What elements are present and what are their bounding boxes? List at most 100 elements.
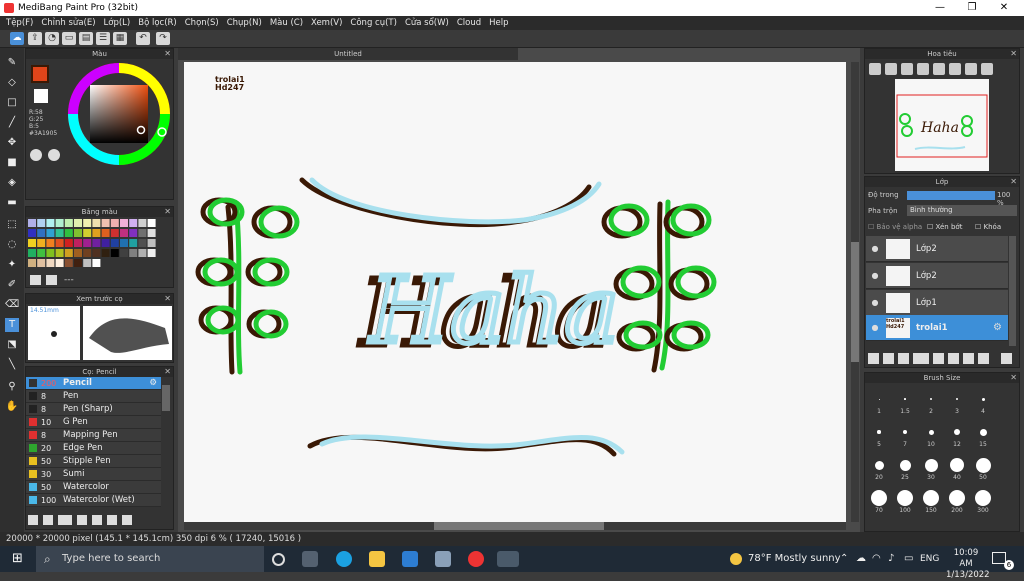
palette-swatch[interactable] <box>74 249 82 257</box>
palette-swatch[interactable] <box>138 239 147 247</box>
speech-bubble-icon[interactable]: ◔ <box>45 32 59 45</box>
palette-swatch[interactable] <box>37 219 46 227</box>
brush-size-option[interactable]: 150 <box>920 489 942 514</box>
export-icon[interactable]: ⇪ <box>28 32 42 45</box>
close-panel-icon[interactable]: ✕ <box>1010 49 1017 59</box>
menu-snap[interactable]: Chụp(N) <box>227 18 262 28</box>
new-1bit-layer-icon[interactable] <box>898 352 909 364</box>
camera-icon[interactable] <box>435 551 451 567</box>
gear-icon[interactable]: ⚙ <box>993 322 1002 333</box>
color-wheel[interactable] <box>66 61 172 167</box>
brush-size-option[interactable]: 30 <box>920 456 942 481</box>
eye-icon[interactable]: ● <box>866 271 884 280</box>
close-panel-icon[interactable]: ✕ <box>164 294 171 304</box>
brush-item[interactable]: 30 Sumi <box>26 468 161 481</box>
brush-item[interactable]: 10 G Pen <box>26 416 161 429</box>
eyedropper-tool-icon[interactable]: ⚲ <box>5 380 19 394</box>
brush-size-option[interactable]: 2 <box>920 390 942 415</box>
palette-menu[interactable]: --- <box>64 275 74 285</box>
palette-swatch[interactable] <box>147 239 156 247</box>
lock-checkbox[interactable]: ☐ Khóa <box>975 223 1001 231</box>
layer-settings-icon[interactable] <box>978 352 989 364</box>
palette-swatch[interactable] <box>101 239 110 247</box>
palette-swatch[interactable] <box>64 239 73 247</box>
add-palette-icon[interactable] <box>30 275 41 285</box>
palette-swatch[interactable] <box>83 229 92 237</box>
menu-filter[interactable]: Bộ lọc(R) <box>138 18 177 28</box>
brush-settings-icon[interactable] <box>28 515 38 525</box>
menu-window[interactable]: Cửa sổ(W) <box>405 18 449 28</box>
brush-size-option[interactable]: 7 <box>894 423 916 448</box>
palette-swatch[interactable] <box>120 249 128 257</box>
wifi-icon[interactable]: ◠ <box>872 546 881 572</box>
close-panel-icon[interactable]: ✕ <box>164 207 171 217</box>
palette-swatch[interactable] <box>110 239 119 247</box>
palette-swatch[interactable] <box>46 229 55 237</box>
new-halftone-layer-icon[interactable] <box>883 352 894 364</box>
language-indicator[interactable]: ENG <box>920 546 939 572</box>
battery-icon[interactable]: ▭ <box>904 546 913 572</box>
palette-swatch[interactable] <box>147 219 156 227</box>
menu-select[interactable]: Chọn(S) <box>185 18 219 28</box>
folder-icon[interactable] <box>933 352 944 364</box>
palette-swatch[interactable] <box>55 259 64 267</box>
fit-icon[interactable] <box>901 63 913 75</box>
palette-swatches[interactable] <box>28 219 160 271</box>
navigator-thumbnail[interactable]: Haha <box>895 79 989 171</box>
palette-swatch[interactable] <box>64 219 73 227</box>
palette-swatch[interactable] <box>101 229 110 237</box>
close-panel-icon[interactable]: ✕ <box>164 49 171 59</box>
palette-swatch[interactable] <box>129 219 138 227</box>
tray-chevron-icon[interactable]: ⌃ <box>840 546 848 572</box>
pen-tool-icon[interactable]: ╱ <box>5 116 19 130</box>
brush-size-option[interactable]: 15 <box>972 423 994 448</box>
palette-swatch[interactable] <box>37 259 46 267</box>
menu-help[interactable]: Help <box>489 18 508 28</box>
layer-row[interactable]: ● Lớp2 <box>866 236 1008 262</box>
rect-select-tool-icon[interactable]: □ <box>5 96 19 110</box>
palette-swatch[interactable] <box>28 229 36 237</box>
eraser-tool-icon[interactable]: ◇ <box>5 76 19 90</box>
brush-size-option[interactable]: 300 <box>972 489 994 514</box>
palette-swatch[interactable] <box>92 259 101 267</box>
palette-swatch[interactable] <box>120 229 128 237</box>
palette-swatch[interactable] <box>83 219 92 227</box>
clock[interactable]: 10:09 AM 1/13/2022 <box>946 548 990 581</box>
add-layer-menu-icon[interactable] <box>913 352 929 364</box>
menu-view[interactable]: Xem(V) <box>311 18 342 28</box>
layer-scrollbar[interactable] <box>1009 236 1016 346</box>
eye-icon[interactable]: ● <box>866 244 884 253</box>
palette-swatch[interactable] <box>92 249 101 257</box>
palette-swatch[interactable] <box>55 239 64 247</box>
brush-size-option[interactable]: 10 <box>920 423 942 448</box>
brush-item[interactable]: 8 Pen <box>26 390 161 403</box>
eye-icon[interactable]: ● <box>866 323 884 332</box>
duplicate-icon[interactable] <box>107 515 117 525</box>
background-color-swatch[interactable] <box>34 89 48 103</box>
palette-swatch[interactable] <box>64 229 73 237</box>
brush-size-option[interactable]: 100 <box>894 489 916 514</box>
color-history-icon[interactable] <box>48 149 60 161</box>
network-icon[interactable]: ☁ <box>856 546 866 572</box>
palette-swatch[interactable] <box>83 239 92 247</box>
panel-icon[interactable]: ▤ <box>79 32 93 45</box>
redo-icon[interactable]: ↷ <box>156 32 170 45</box>
flip-icon[interactable] <box>965 63 977 75</box>
palette-swatch[interactable] <box>64 259 73 267</box>
reset-icon[interactable] <box>981 63 993 75</box>
palette-swatch[interactable] <box>120 239 128 247</box>
palette-swatch[interactable] <box>37 229 46 237</box>
layer-row[interactable]: ● Lớp1 <box>866 290 1008 316</box>
brush-size-option[interactable]: 40 <box>946 456 968 481</box>
clipping-checkbox[interactable]: ☐ Xén bớt <box>927 223 962 231</box>
palette-swatch[interactable] <box>83 249 92 257</box>
grid-icon[interactable]: ▦ <box>113 32 127 45</box>
palette-swatch[interactable] <box>110 229 119 237</box>
palette-swatch[interactable] <box>110 249 119 257</box>
brush-size-option[interactable]: 25 <box>894 456 916 481</box>
palette-swatch[interactable] <box>138 249 147 257</box>
select-eraser-tool-icon[interactable]: ⌫ <box>5 298 19 312</box>
merge-down-icon[interactable] <box>963 352 974 364</box>
task-view-icon[interactable] <box>302 551 318 567</box>
zoom-in-icon[interactable] <box>869 63 881 75</box>
